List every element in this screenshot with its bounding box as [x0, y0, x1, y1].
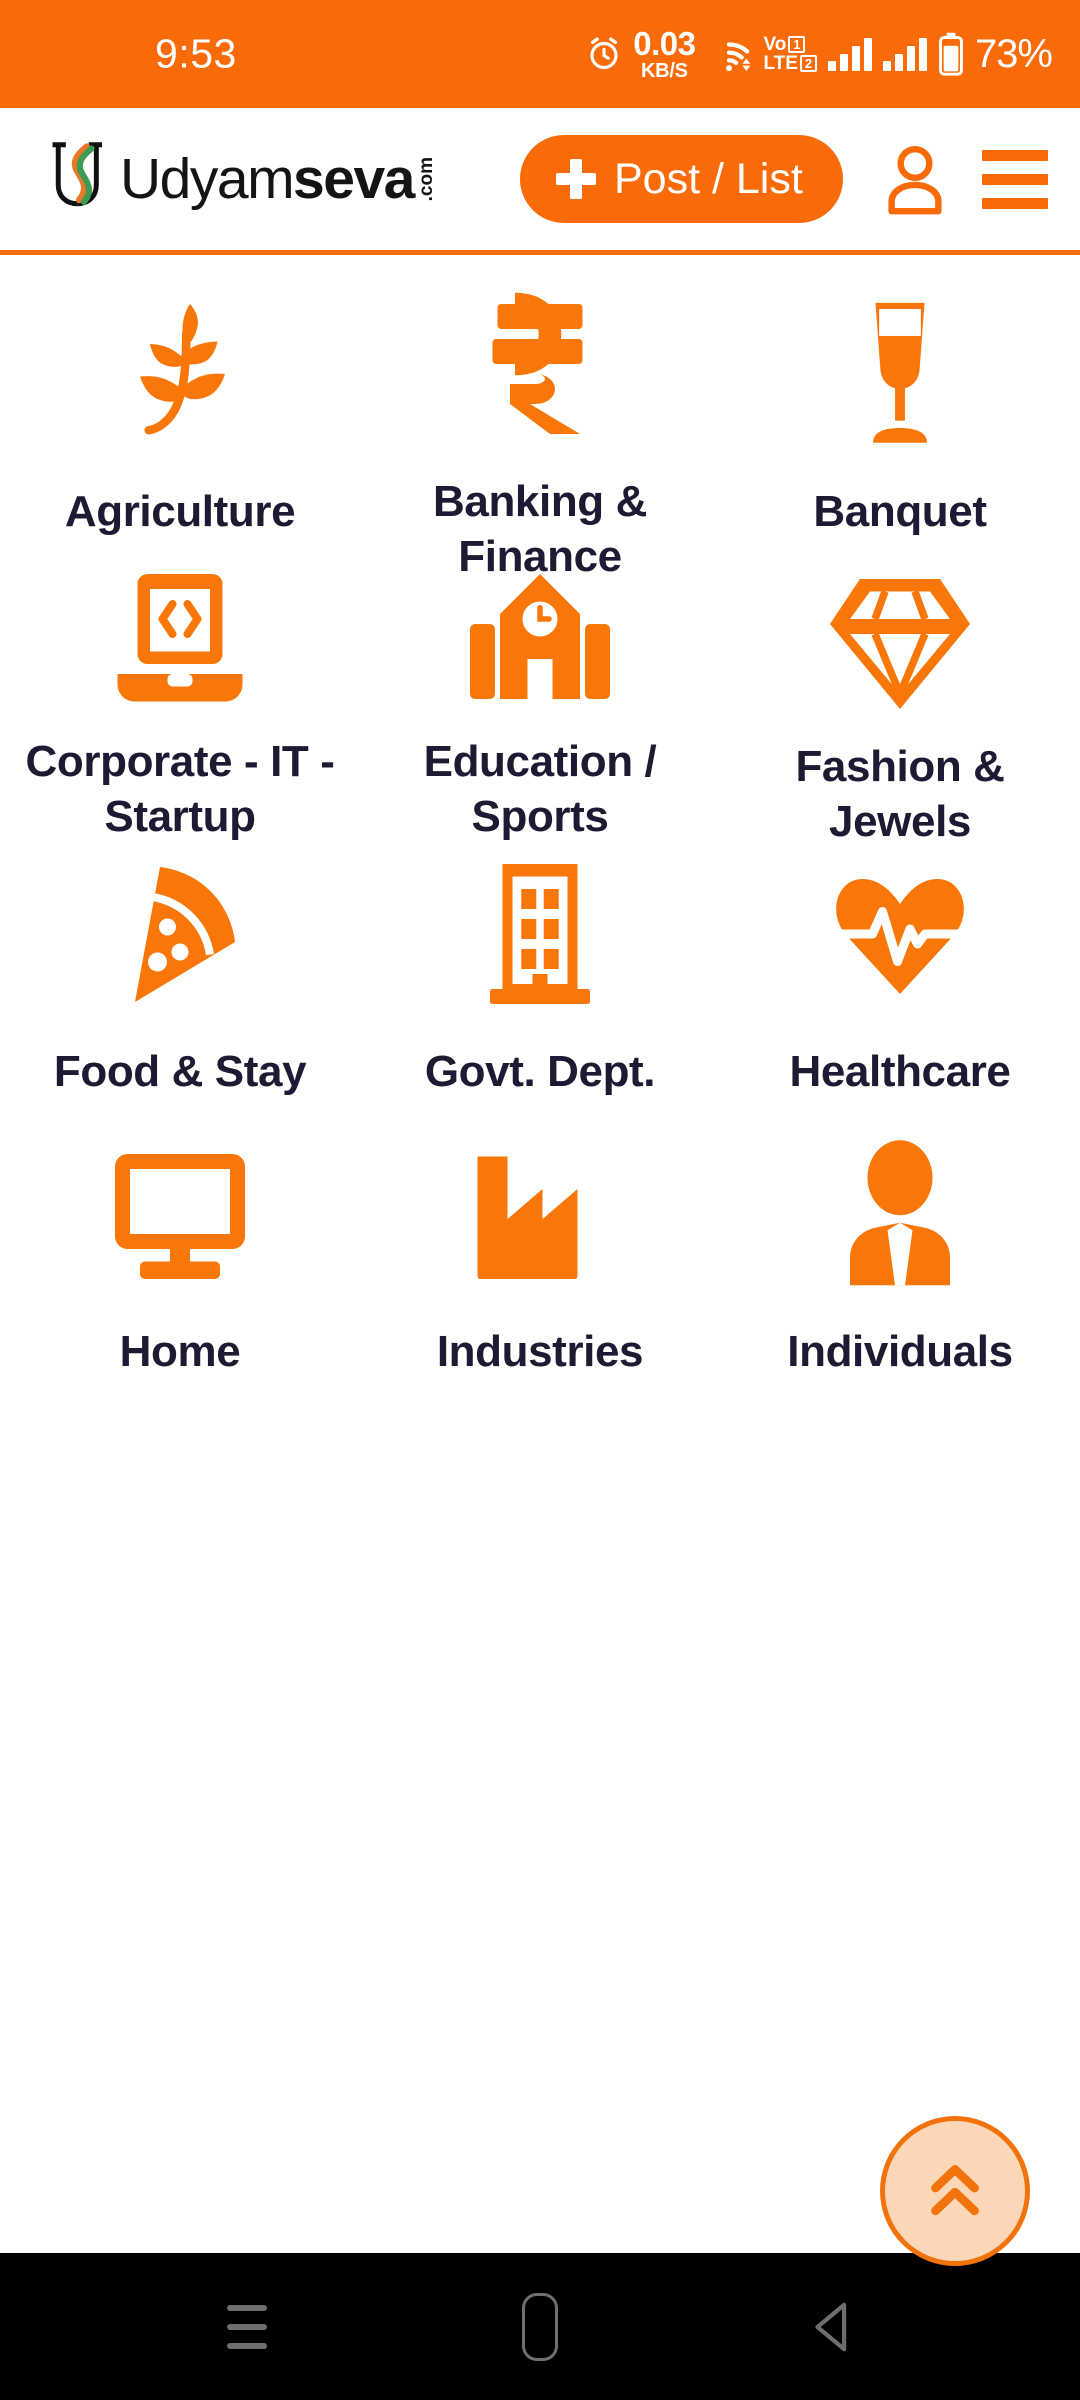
category-item-individuals[interactable]: Individuals [720, 1115, 1080, 1395]
factory-icon [470, 1129, 610, 1299]
category-item-agriculture[interactable]: Agriculture [0, 275, 360, 555]
header-actions [884, 143, 1058, 215]
category-label: Education / Sports [423, 737, 657, 841]
plus-icon [556, 159, 596, 199]
category-label: Corporate - IT - Startup [25, 737, 335, 841]
android-navigation-bar [0, 2253, 1080, 2400]
rupee-icon [480, 289, 600, 449]
home-button[interactable] [480, 2267, 600, 2387]
brand-name-part2: seva [293, 147, 415, 211]
category-label: Agriculture [64, 487, 296, 536]
category-label: Individuals [787, 1327, 1013, 1376]
brand-name: Udyam seva [120, 146, 415, 212]
volte-indicator: Vo 1 LTE 2 [763, 34, 817, 74]
category-item-banquet[interactable]: Banquet [720, 275, 1080, 555]
leaf-branch-icon [115, 289, 245, 459]
post-list-button-label: Post / List [614, 154, 803, 203]
category-item-fashion-jewels[interactable]: Fashion & Jewels [720, 555, 1080, 846]
network-speed-indicator: 0.03 KB/S [633, 25, 696, 82]
brand-logo[interactable]: Udyam seva .com [48, 139, 438, 219]
heart-pulse-icon [830, 849, 970, 1019]
status-bar: 9:53 0.03 KB/S Vo 1 LTE 2 73% [0, 0, 1080, 108]
recent-apps-button[interactable] [187, 2267, 307, 2387]
home-pill-icon [521, 2292, 558, 2361]
back-button[interactable] [773, 2267, 893, 2387]
office-building-icon [485, 849, 595, 1019]
sim1-badge: 1 [788, 36, 806, 53]
category-item-home[interactable]: Home [0, 1115, 360, 1395]
menu-button[interactable] [982, 149, 1048, 209]
category-label: Govt. Dept. [424, 1047, 656, 1096]
network-speed-value: 0.03 [633, 25, 696, 62]
double-chevron-up-icon [931, 2165, 979, 2216]
diamond-icon [825, 569, 975, 714]
udyamseva-logo-icon [52, 142, 103, 207]
user-account-icon [888, 145, 942, 215]
category-label: Food & Stay [53, 1047, 307, 1096]
laptop-code-icon [105, 569, 255, 709]
wifi-icon [706, 35, 752, 73]
battery-icon [938, 32, 964, 76]
school-building-icon [465, 569, 615, 709]
brand-tld: .com [415, 156, 437, 202]
monitor-icon [105, 1129, 255, 1299]
category-item-industries[interactable]: Industries [360, 1115, 720, 1395]
category-item-education-sports[interactable]: Education / Sports [360, 555, 720, 841]
signal-bars-sim1-icon [827, 37, 872, 71]
category-item-food-stay[interactable]: Food & Stay [0, 835, 360, 1115]
scroll-to-top-button[interactable] [880, 2116, 1030, 2266]
category-item-healthcare[interactable]: Healthcare [720, 835, 1080, 1115]
category-item-govt-dept[interactable]: Govt. Dept. [360, 835, 720, 1115]
category-grid: Agriculture Banking & Finance Banquet Co… [0, 255, 1080, 2260]
category-label: Fashion & Jewels [795, 742, 1005, 846]
category-label: Industries [436, 1327, 644, 1376]
post-list-button[interactable]: Post / List [520, 135, 843, 223]
user-account-button[interactable] [884, 143, 946, 215]
category-item-corporate-it-startup[interactable]: Corporate - IT - Startup [0, 555, 360, 841]
category-item-banking-finance[interactable]: Banking & Finance [360, 275, 720, 581]
app-header: Udyam seva .com Post / List [0, 108, 1080, 255]
category-label: Healthcare [789, 1047, 1011, 1096]
category-label: Home [119, 1327, 241, 1376]
battery-percent-label: 73% [974, 31, 1053, 76]
pizza-slice-icon [110, 849, 250, 1019]
person-suit-icon [835, 1129, 965, 1299]
brand-name-part1: Udyam [120, 147, 295, 211]
alarm-clock-icon [586, 36, 622, 72]
recent-apps-icon [226, 2304, 267, 2349]
wine-glass-icon [846, 289, 954, 459]
phone-screen: 9:53 0.03 KB/S Vo 1 LTE 2 73% Udyam seva… [0, 0, 1080, 2400]
hamburger-menu-icon [982, 149, 1048, 209]
category-label: Banquet [813, 487, 987, 536]
volte-label-bottom: LTE [763, 53, 798, 74]
back-triangle-icon [815, 2302, 847, 2351]
signal-bars-sim2-icon [882, 37, 927, 71]
status-bar-clock: 9:53 [155, 30, 237, 77]
sim2-badge: 2 [799, 55, 817, 72]
volte-label-top: Vo [763, 34, 787, 55]
network-speed-unit: KB/S [641, 60, 688, 82]
status-bar-indicators: 0.03 KB/S Vo 1 LTE 2 73% [586, 25, 1053, 82]
